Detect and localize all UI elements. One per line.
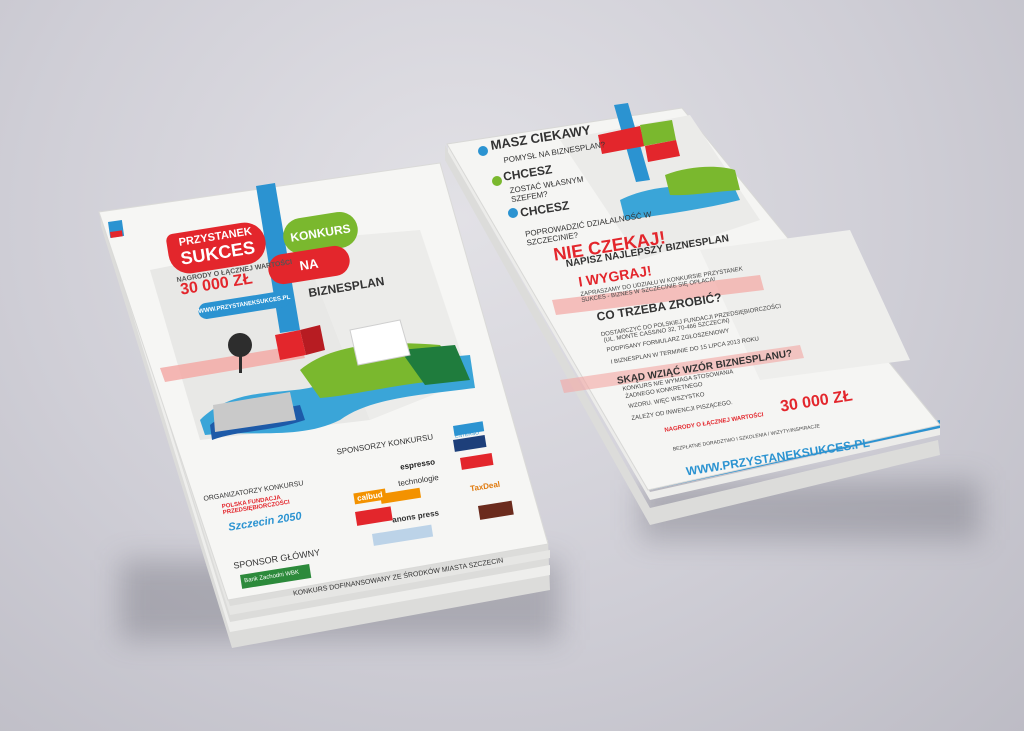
back-flyer: MASZ CIEKAWY POMYSŁ NA BIZNESPLAN? CHCES… xyxy=(0,0,1024,731)
back-flyer-stack: MASZ CIEKAWY POMYSŁ NA BIZNESPLAN? CHCES… xyxy=(0,0,1024,731)
back-flyer-art xyxy=(446,103,941,491)
